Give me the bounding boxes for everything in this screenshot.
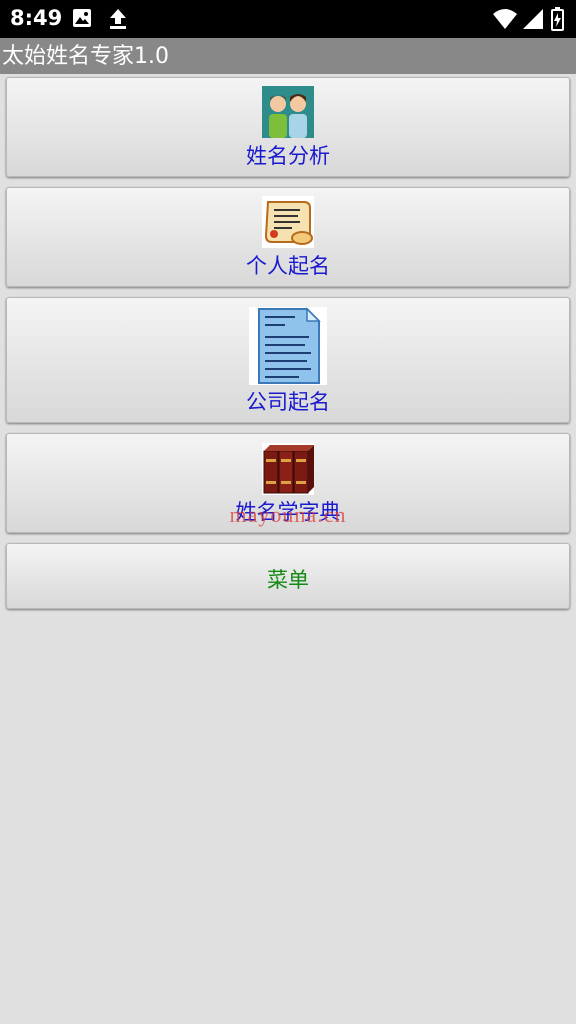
company-naming-button[interactable]: 公司起名: [6, 297, 570, 423]
status-time: 8:49: [10, 6, 63, 30]
personal-naming-button[interactable]: 个人起名: [6, 187, 570, 287]
watermark: mayouna.cn: [229, 502, 347, 527]
signal-icon: [522, 8, 544, 34]
personal-naming-label: 个人起名: [246, 254, 330, 278]
image-icon: [72, 8, 92, 32]
menu-button[interactable]: 菜单: [6, 543, 570, 609]
name-analysis-button[interactable]: 姓名分析: [6, 77, 570, 177]
books-icon: [262, 443, 314, 499]
battery-icon: [551, 7, 564, 35]
company-naming-label: 公司起名: [246, 390, 330, 414]
upload-icon: [108, 8, 128, 34]
scroll-icon: [262, 196, 314, 252]
people-icon: [262, 86, 314, 142]
document-icon: [249, 307, 327, 389]
app-title: 太始姓名专家1.0: [2, 44, 169, 69]
app-title-bar: 太始姓名专家1.0: [0, 38, 576, 74]
wifi-icon: [492, 8, 518, 34]
menu-label: 菜单: [267, 568, 309, 592]
name-analysis-label: 姓名分析: [246, 144, 330, 168]
name-dictionary-button[interactable]: 姓名学字典 mayouna.cn: [6, 433, 570, 533]
status-bar: 8:49: [0, 0, 576, 38]
